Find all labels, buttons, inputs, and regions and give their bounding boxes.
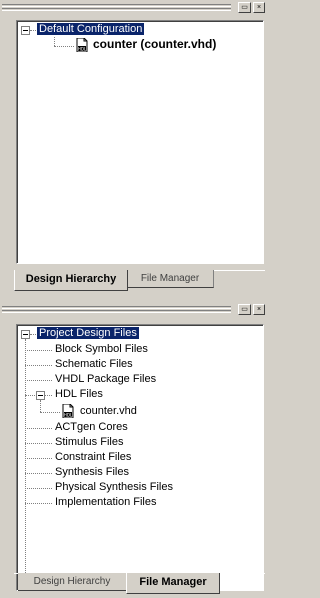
tree-node-schematic-files[interactable]: Schematic Files bbox=[55, 357, 133, 372]
vhdl-file-icon: HDL bbox=[76, 38, 88, 52]
tree-node-hdl-files[interactable]: HDL Files bbox=[55, 387, 103, 402]
restore-icon[interactable]: ▭ bbox=[238, 2, 251, 13]
vhdl-file-icon: HDL bbox=[62, 404, 74, 418]
collapse-minus-icon[interactable] bbox=[21, 330, 30, 339]
tree-node-label: counter (counter.vhd) bbox=[93, 37, 217, 51]
tree-node-counter-vhd[interactable]: counter.vhd bbox=[80, 404, 137, 419]
tab-file-manager[interactable]: File Manager bbox=[126, 573, 220, 594]
drag-grip[interactable] bbox=[2, 310, 231, 313]
tree-node-stimulus-files[interactable]: Stimulus Files bbox=[55, 435, 123, 450]
tree-node-synthesis-files[interactable]: Synthesis Files bbox=[55, 465, 129, 480]
tree-node-counter[interactable]: counter (counter.vhd) bbox=[93, 37, 216, 52]
tree-root-default-configuration[interactable]: Default Configuration bbox=[37, 22, 145, 37]
collapse-minus-icon[interactable] bbox=[21, 26, 30, 35]
tree-root-project-design-files[interactable]: Project Design Files bbox=[37, 326, 139, 341]
svg-text:HDL: HDL bbox=[64, 412, 73, 417]
tab-strip: Design Hierarchy File Manager bbox=[14, 573, 265, 594]
tree-node-actgen-cores[interactable]: ACTgen Cores bbox=[55, 420, 128, 435]
design-hierarchy-panel: ▭ × Default Configuration HDL counter (c… bbox=[0, 0, 265, 296]
tab-design-hierarchy[interactable]: Design Hierarchy bbox=[14, 270, 128, 291]
tree-node-block-symbol-files[interactable]: Block Symbol Files bbox=[55, 342, 148, 357]
collapse-minus-icon[interactable] bbox=[36, 391, 45, 400]
drag-grip[interactable] bbox=[2, 8, 231, 11]
panel-titlebar: ▭ × bbox=[2, 304, 265, 315]
tree-node-constraint-files[interactable]: Constraint Files bbox=[55, 450, 131, 465]
tab-strip: Design Hierarchy File Manager bbox=[14, 270, 265, 291]
close-icon[interactable]: × bbox=[253, 2, 265, 13]
hierarchy-tree[interactable]: Default Configuration HDL counter (count… bbox=[16, 20, 264, 264]
drag-grip[interactable] bbox=[2, 306, 231, 309]
panel-titlebar: ▭ × bbox=[2, 2, 265, 13]
tree-node-label: Project Design Files bbox=[37, 327, 139, 339]
drag-grip[interactable] bbox=[2, 4, 231, 7]
file-manager-panel: ▭ × Project Design Files Block Symbol Fi… bbox=[0, 302, 265, 598]
svg-text:HDL: HDL bbox=[78, 46, 87, 51]
tree-node-physical-synthesis-files[interactable]: Physical Synthesis Files bbox=[55, 480, 173, 495]
tab-design-hierarchy[interactable]: Design Hierarchy bbox=[18, 573, 127, 591]
tree-node-vhdl-package-files[interactable]: VHDL Package Files bbox=[55, 372, 156, 387]
tree-node-implementation-files[interactable]: Implementation Files bbox=[55, 495, 157, 510]
close-icon[interactable]: × bbox=[253, 304, 265, 315]
restore-icon[interactable]: ▭ bbox=[238, 304, 251, 315]
tab-file-manager[interactable]: File Manager bbox=[127, 270, 214, 288]
file-tree[interactable]: Project Design Files Block Symbol Files … bbox=[16, 324, 264, 591]
tree-node-label: Default Configuration bbox=[37, 23, 145, 35]
